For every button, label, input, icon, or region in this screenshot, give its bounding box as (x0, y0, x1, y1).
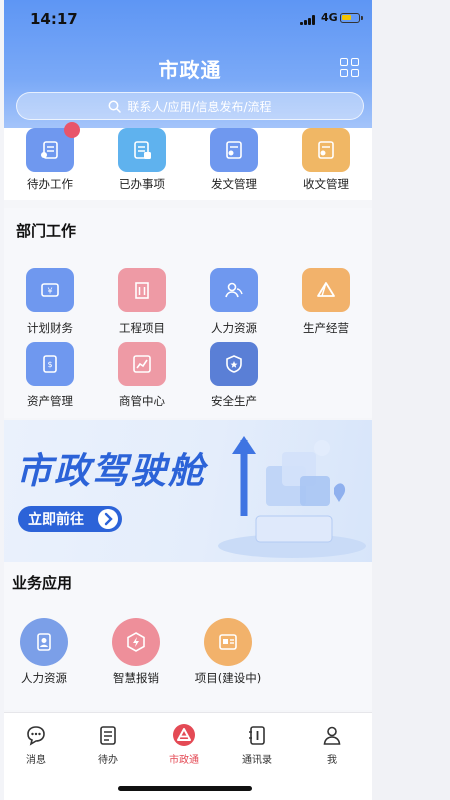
quick-actions: 待办工作 已办事项 发文管理 收文管理 (4, 122, 372, 200)
dept-section-title: 部门工作 (16, 222, 77, 240)
banner-title: 市政驾驶舱 (16, 451, 207, 492)
document-icon (41, 141, 58, 159)
receive-doc-icon (318, 141, 334, 159)
search-input[interactable]: 联系人/应用/信息发布/流程 (16, 92, 364, 120)
chat-icon (27, 726, 45, 746)
quick-send-label: 发文管理 (211, 177, 257, 191)
svg-text:$: $ (47, 360, 52, 369)
quick-receive-label: 收文管理 (303, 177, 349, 191)
cockpit-banner[interactable]: 市政驾驶舱 立即前往 (4, 420, 372, 562)
biz-project-button[interactable] (204, 618, 252, 666)
phone-screen: 14:17 4G 市政通 联系人/应用/信息发布/流程 待办工作 已办事项 发文… (0, 0, 450, 800)
tab-todo-label: 待办 (98, 755, 118, 766)
quick-done-label: 已办事项 (119, 177, 165, 191)
grid-menu-icon[interactable] (340, 58, 360, 78)
list-icon (100, 726, 116, 745)
biz-reimburse-label: 智慧报销 (113, 671, 159, 685)
dept-finance-button[interactable]: ¥ (26, 268, 74, 312)
tab-messages[interactable]: 消息 (6, 723, 66, 766)
app-view: 14:17 4G 市政通 联系人/应用/信息发布/流程 待办工作 已办事项 发文… (4, 0, 372, 800)
triangle-icon (317, 282, 335, 297)
quick-todo-label: 待办工作 (27, 177, 73, 191)
biz-section: 业务应用 人力资源 智慧报销 项目(建设中) (4, 562, 372, 710)
battery-icon (340, 13, 363, 23)
dept-operation-button[interactable] (302, 268, 350, 312)
tab-home-label: 市政通 (169, 755, 199, 766)
bolt-icon (127, 632, 145, 652)
dept-commerce-button[interactable] (118, 342, 166, 386)
quick-receive-button[interactable] (302, 128, 350, 172)
building-icon (135, 282, 149, 299)
tab-me[interactable]: 我 (302, 723, 362, 766)
tab-me-label: 我 (327, 755, 337, 766)
dept-operation-label: 生产经营 (303, 321, 349, 335)
finance-icon: ¥ (41, 283, 59, 297)
tab-todo[interactable]: 待办 (78, 723, 138, 766)
status-bar: 14:17 4G (4, 0, 372, 34)
page-title: 市政通 (158, 58, 222, 82)
background-strip (372, 0, 450, 800)
network-type: 4G (321, 11, 338, 24)
tab-home[interactable]: 市政通 (154, 723, 214, 766)
dept-hr-label: 人力资源 (211, 321, 257, 335)
dept-asset-label: 资产管理 (27, 394, 73, 408)
banner-illustration (218, 436, 366, 558)
card-icon (219, 634, 237, 650)
dept-project-button[interactable] (118, 268, 166, 312)
dept-section: 部门工作 ¥ 计划财务 工程项目 人力资源 生产经营 $ 资产管理 商管中心 安… (4, 208, 372, 418)
dept-finance-label: 计划财务 (27, 321, 73, 335)
dept-commerce-label: 商管中心 (119, 394, 165, 408)
quick-send-button[interactable] (210, 128, 258, 172)
biz-section-title: 业务应用 (12, 574, 73, 592)
quick-done-button[interactable] (118, 128, 166, 172)
logo-icon (173, 724, 195, 746)
chevron-right-icon (98, 509, 118, 529)
header: 14:17 4G 市政通 联系人/应用/信息发布/流程 (4, 0, 372, 132)
home-indicator (118, 786, 252, 791)
search-placeholder: 联系人/应用/信息发布/流程 (127, 99, 272, 114)
banner-go-button[interactable]: 立即前往 (18, 506, 122, 532)
shield-icon (226, 355, 242, 373)
tab-contacts[interactable]: 通讯录 (227, 723, 287, 766)
biz-hr-button[interactable] (20, 618, 68, 666)
tab-contacts-label: 通讯录 (242, 755, 272, 766)
biz-project-label: 项目(建设中) (194, 671, 262, 685)
dept-hr-button[interactable] (210, 268, 258, 312)
asset-icon: $ (43, 355, 57, 373)
badge-icon (37, 633, 51, 651)
document-check-icon (134, 141, 151, 159)
dept-safety-label: 安全生产 (211, 394, 257, 408)
status-time: 14:17 (30, 10, 78, 28)
dept-project-label: 工程项目 (119, 321, 165, 335)
chart-icon (133, 355, 151, 373)
signal-icon (300, 15, 318, 25)
search-icon (108, 100, 122, 113)
people-icon (225, 282, 243, 298)
send-doc-icon (226, 141, 242, 159)
biz-reimburse-button[interactable] (112, 618, 160, 666)
banner-go-label: 立即前往 (28, 512, 84, 528)
user-icon (323, 726, 341, 745)
dept-safety-button[interactable] (210, 342, 258, 386)
contacts-icon (249, 726, 265, 745)
biz-hr-label: 人力资源 (21, 671, 67, 685)
dept-asset-button[interactable]: $ (26, 342, 74, 386)
notification-badge (64, 122, 80, 138)
svg-text:¥: ¥ (47, 287, 52, 296)
tab-messages-label: 消息 (26, 755, 46, 766)
